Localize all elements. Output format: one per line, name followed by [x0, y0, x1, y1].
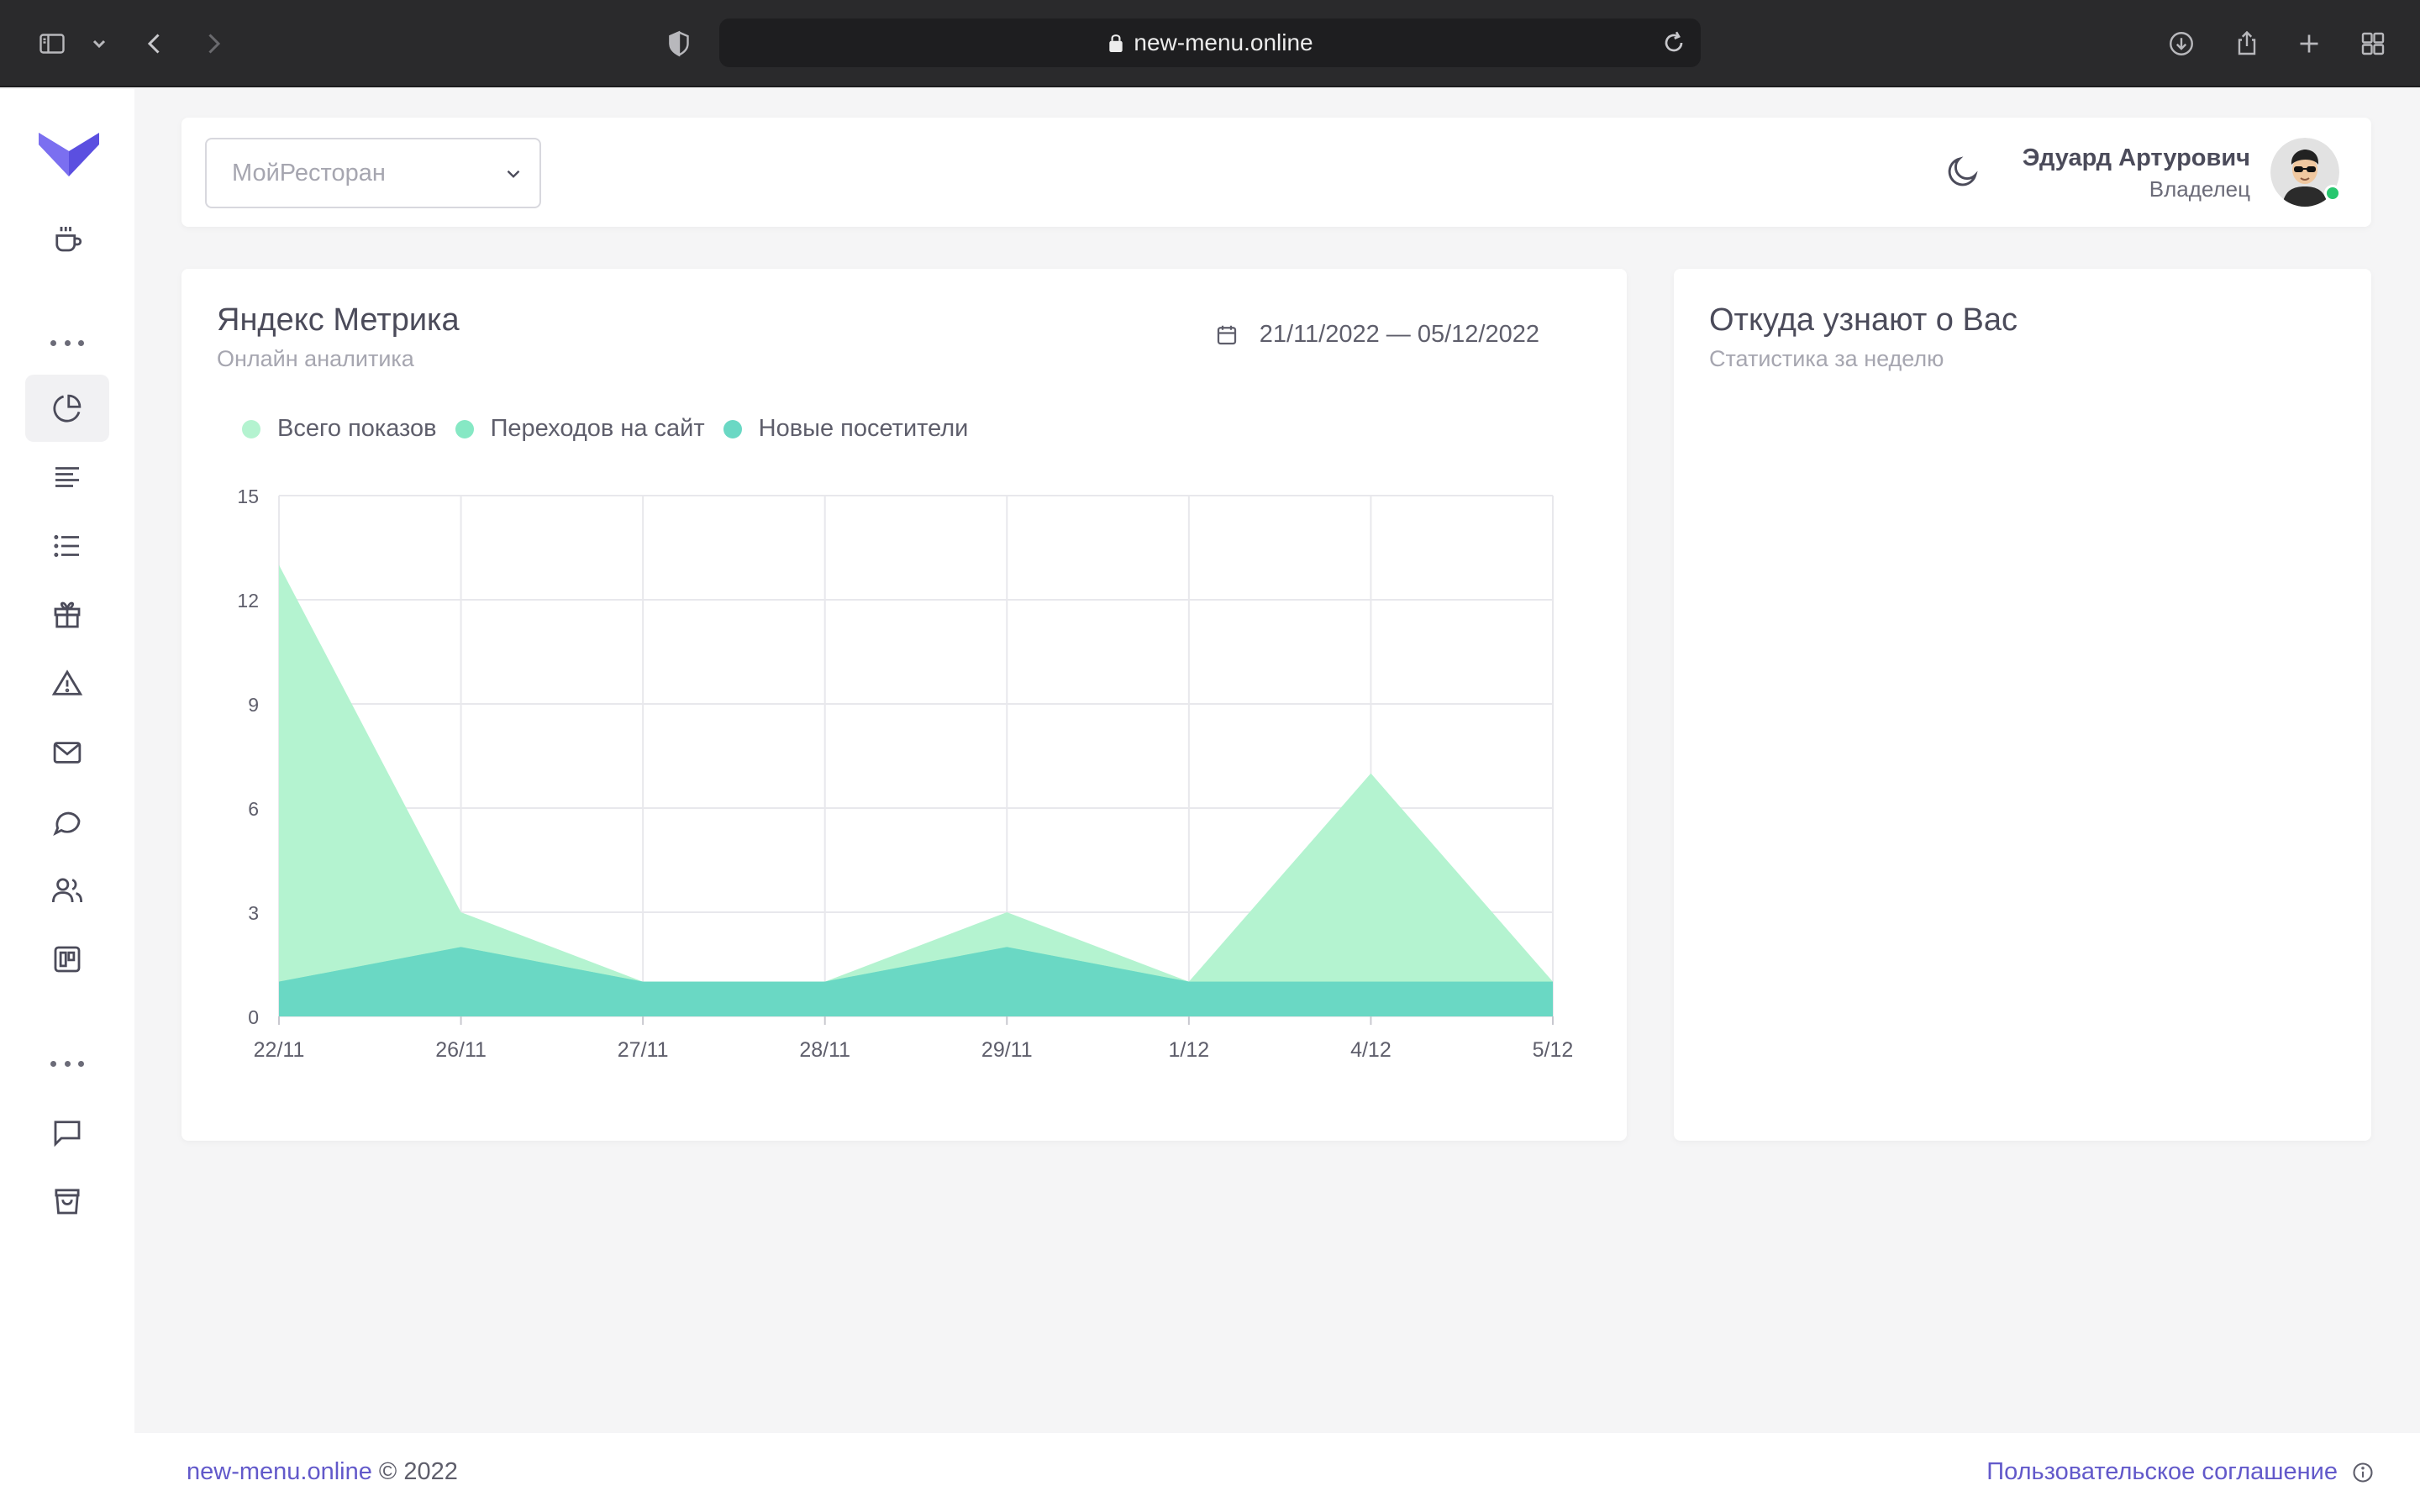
sidebar-item-menu[interactable]: [25, 205, 109, 272]
x-tick-label: 1/12: [1169, 1038, 1210, 1062]
coffee-icon: [55, 227, 82, 252]
sidebar-item-mail[interactable]: [25, 719, 109, 786]
x-tick-label: 28/11: [799, 1038, 850, 1062]
sidebar-item-list[interactable]: [25, 512, 109, 580]
address-bar[interactable]: new-menu.online: [719, 18, 1701, 67]
y-tick-label: 15: [237, 486, 259, 507]
sidebar-item-chat[interactable]: [25, 788, 109, 855]
x-tick-label: 5/12: [1533, 1038, 1574, 1062]
message-circle-icon: [53, 811, 81, 836]
y-tick-label: 0: [248, 1006, 259, 1028]
mail-icon: [53, 742, 82, 764]
footer-copyright: new-menu.online © 2022: [187, 1458, 458, 1486]
card-subtitle: Статистика за неделю: [1709, 346, 1944, 371]
avatar[interactable]: [2270, 138, 2341, 207]
sidebar-item-shop[interactable]: [25, 1168, 109, 1235]
forward-icon[interactable]: [195, 25, 232, 62]
shield-icon[interactable]: [660, 25, 697, 62]
restaurant-select[interactable]: МойРесторан: [205, 138, 541, 208]
info-icon: [2353, 1462, 2373, 1483]
user-agreement-link[interactable]: Пользовательское соглашение: [1986, 1458, 2375, 1486]
copyright-text: © 2022: [371, 1458, 458, 1485]
user-name[interactable]: Эдуард Артурович: [2023, 144, 2250, 172]
sidebar-item-messages[interactable]: [25, 1099, 109, 1166]
sidebar-item-pages[interactable]: [25, 444, 109, 511]
top-header: МойРесторан Эдуард Артурович Владелец: [182, 118, 2371, 227]
card-title: Откуда узнают о Вас: [1709, 302, 2018, 338]
sources-card: Откуда узнают о Вас Статистика за неделю: [1674, 269, 2371, 1141]
chevron-down-icon[interactable]: [81, 25, 118, 62]
trello-icon: [54, 946, 81, 973]
sidebar-item-alerts[interactable]: [25, 650, 109, 717]
footer: new-menu.online © 2022 Пользовательское …: [134, 1433, 2420, 1512]
area-chart: 0 3 6 9 12 15 22/11 26/11 27/11 28/11 29/11 1/12 4/1…: [237, 486, 1574, 1062]
sidebar-item-gifts[interactable]: [25, 581, 109, 648]
align-left-icon: [55, 467, 79, 487]
sidebar-item-board[interactable]: [25, 926, 109, 993]
metrics-card: Яндекс Метрика Онлайн аналитика 21/11/20…: [182, 269, 1627, 1141]
lock-icon: [1109, 34, 1123, 52]
pie-chart-icon: [53, 394, 82, 423]
restaurant-select-value: МойРесторан: [232, 159, 386, 186]
y-tick-label: 6: [248, 798, 259, 820]
user-role: Владелец: [2149, 176, 2250, 202]
x-tick-label: 29/11: [981, 1038, 1033, 1062]
url-text: new-menu.online: [1134, 29, 1313, 55]
user-agreement-label: Пользовательское соглашение: [1986, 1458, 2338, 1485]
x-tick-label: 22/11: [254, 1038, 305, 1062]
x-tick-label: 26/11: [435, 1038, 487, 1062]
share-icon[interactable]: [2228, 25, 2265, 62]
more-dots-icon: [50, 338, 84, 348]
new-tab-icon[interactable]: [2291, 25, 2328, 62]
y-tick-label: 12: [237, 590, 259, 612]
sidebar-item-analytics[interactable]: [25, 375, 109, 442]
list-icon: [54, 535, 79, 557]
shopping-bag-icon: [55, 1189, 80, 1215]
x-tick-label: 27/11: [618, 1038, 669, 1062]
sidebar: [0, 89, 134, 1512]
users-icon: [51, 878, 83, 903]
download-icon[interactable]: [2163, 25, 2200, 62]
chevron-down-icon: [507, 170, 520, 178]
online-status-dot: [2324, 185, 2341, 202]
moon-icon[interactable]: [1944, 153, 1981, 190]
gift-icon: [54, 601, 81, 628]
y-tick-label: 9: [248, 694, 259, 716]
brand-logo[interactable]: [37, 126, 101, 178]
x-tick-label: 4/12: [1350, 1038, 1392, 1062]
y-tick-label: 3: [248, 902, 259, 924]
alert-triangle-icon: [51, 669, 83, 696]
sidebar-toggle-icon[interactable]: [34, 25, 71, 62]
reload-icon[interactable]: [1659, 28, 1689, 58]
more-dots-icon: [50, 1058, 84, 1068]
site-link[interactable]: new-menu.online: [187, 1458, 372, 1485]
sidebar-item-users[interactable]: [25, 857, 109, 924]
browser-toolbar: new-menu.online: [0, 0, 2420, 87]
message-square-icon: [54, 1121, 81, 1147]
tabs-overview-icon[interactable]: [2354, 25, 2391, 62]
back-icon[interactable]: [136, 25, 173, 62]
